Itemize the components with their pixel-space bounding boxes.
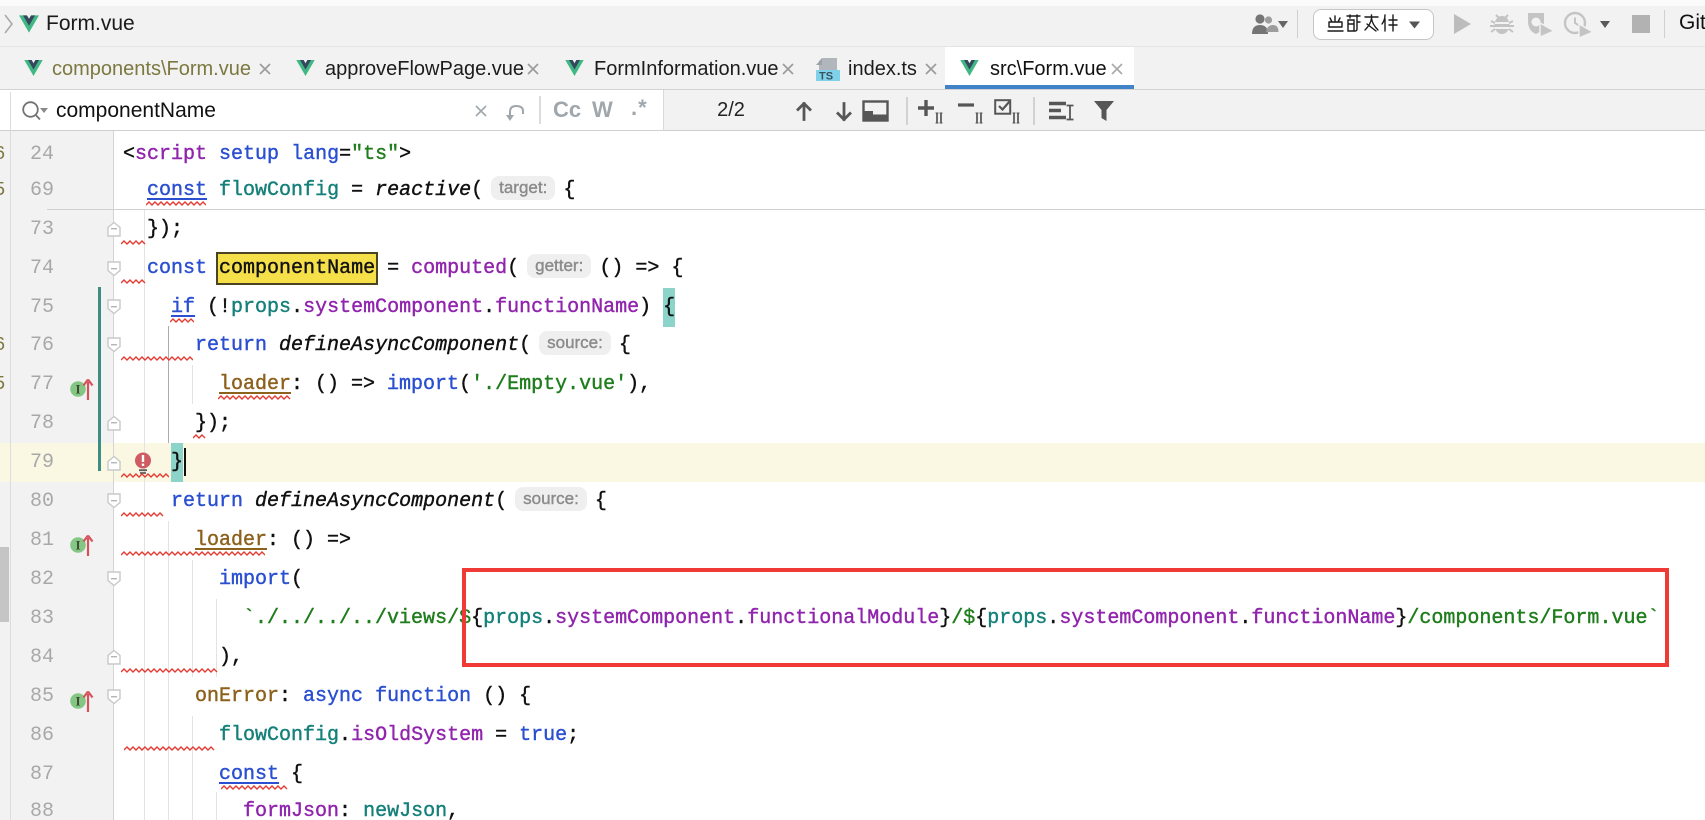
svg-text:I: I [75, 382, 80, 397]
svg-text:I: I [75, 694, 80, 709]
svg-text:TS: TS [819, 71, 833, 83]
svg-text:I: I [75, 538, 80, 553]
